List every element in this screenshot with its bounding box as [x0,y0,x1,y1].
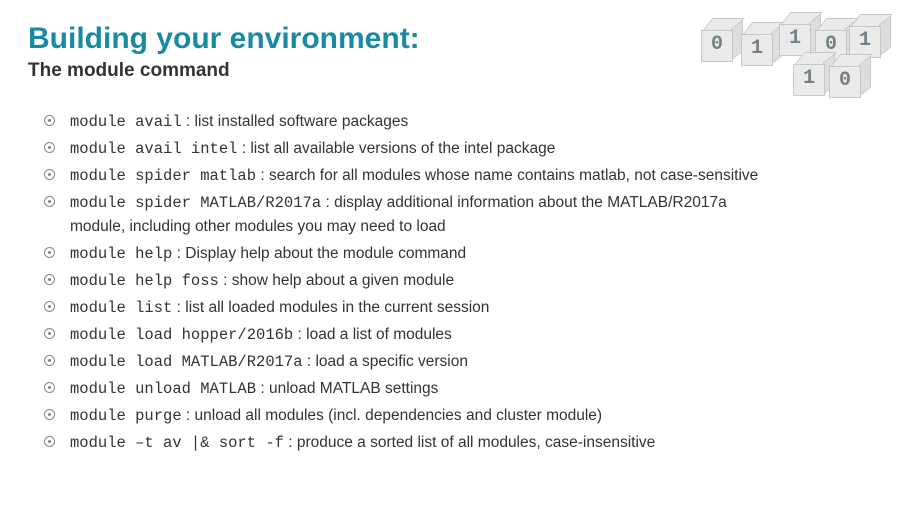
list-item: module avail : list installed software p… [42,110,879,134]
command-list: module avail : list installed software p… [28,110,879,455]
command-text: module load MATLAB/R2017a [70,353,303,371]
list-item: module spider MATLAB/R2017a : display ad… [42,191,879,239]
command-text: module list [70,299,172,317]
command-text: module avail intel [70,140,237,158]
list-item: module help : Display help about the mod… [42,242,879,266]
command-desc: : display additional information about t… [321,194,727,211]
list-item: module avail intel : list all available … [42,137,879,161]
list-item: module list : list all loaded modules in… [42,296,879,320]
command-desc: : unload all modules (incl. dependencies… [182,407,602,424]
command-desc: : load a list of modules [293,326,452,343]
command-desc: : show help about a given module [219,272,454,289]
command-desc: : load a specific version [303,353,468,370]
cube-face: 0 [829,66,861,98]
cube-face: 1 [741,34,773,66]
command-text: module help [70,245,172,263]
command-text: module help foss [70,272,219,290]
command-desc-continuation: module, including other modules you may … [70,215,879,239]
cube-face: 0 [701,30,733,62]
command-desc: : unload MATLAB settings [256,380,438,397]
list-item: module spider matlab : search for all mo… [42,164,879,188]
command-text: module avail [70,113,182,131]
list-item: module unload MATLAB : unload MATLAB set… [42,377,879,401]
list-item: module load hopper/2016b : load a list o… [42,323,879,347]
list-item: module help foss : show help about a giv… [42,269,879,293]
command-desc: : list all available versions of the int… [237,140,555,157]
command-desc: : search for all modules whose name cont… [256,167,758,184]
command-desc: : list all loaded modules in the current… [172,299,489,316]
command-text: module spider matlab [70,167,256,185]
cube-face: 1 [793,64,825,96]
command-text: module purge [70,407,182,425]
decorative-cubes: 0 1 1 0 1 1 0 [695,8,895,98]
list-item: module load MATLAB/R2017a : load a speci… [42,350,879,374]
command-text: module load hopper/2016b [70,326,293,344]
list-item: module –t av |& sort -f : produce a sort… [42,431,879,455]
command-text: module –t av |& sort -f [70,434,284,452]
command-desc: : Display help about the module command [172,245,466,262]
command-desc: : list installed software packages [182,113,409,130]
command-text: module unload MATLAB [70,380,256,398]
list-item: module purge : unload all modules (incl.… [42,404,879,428]
command-desc: : produce a sorted list of all modules, … [284,434,655,451]
command-text: module spider MATLAB/R2017a [70,194,321,212]
